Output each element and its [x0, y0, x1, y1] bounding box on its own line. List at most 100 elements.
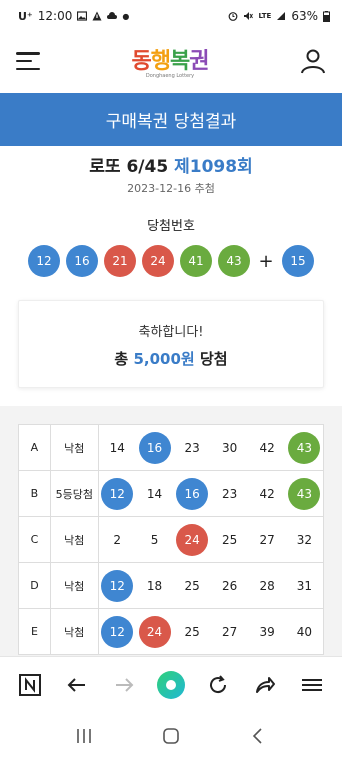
alarm-icon: [229, 12, 238, 21]
naver-n-icon[interactable]: [15, 670, 45, 700]
page-title: 구매복권 당첨결과: [105, 112, 237, 132]
matched-number-ball: 16: [176, 477, 209, 510]
clock: 12:00: [37, 9, 73, 23]
dot-icon: ●: [122, 11, 130, 21]
ticket-number-cell: 12: [98, 562, 136, 609]
home-icon[interactable]: [161, 726, 181, 746]
ticket-number-cell: 2: [98, 516, 136, 563]
ticket-number: 42: [259, 486, 275, 501]
matched-number-ball: 12: [101, 615, 134, 648]
ticket-number-cell: 32: [285, 516, 324, 563]
ticket-number-cell: 42: [248, 470, 286, 517]
share-icon[interactable]: [250, 670, 280, 700]
matched-number-ball: 43: [288, 477, 321, 510]
ticket-row: D 낙첨 12 18 25 26 28 31: [18, 562, 324, 609]
refresh-icon[interactable]: [203, 670, 233, 700]
ticket-table: A 낙첨 14 16 23 30 42 43 B 5등당첨 12 14 16 23 42 43 C 낙첨 2 5 24 2…: [18, 424, 324, 655]
ticket-row-result: 5등당첨: [50, 470, 99, 517]
ticket-row-letter: A: [18, 424, 51, 471]
winning-ball: 41: [180, 245, 212, 277]
draw-date: 2023-12-16 추첨: [127, 182, 215, 195]
matched-number-ball: 12: [101, 477, 134, 510]
matched-number-ball: 24: [138, 615, 171, 648]
ticket-number-cell: 12: [98, 470, 136, 517]
system-back-icon[interactable]: [248, 726, 268, 746]
ticket-number-cell: 25: [173, 562, 211, 609]
ticket-number-cell: 39: [248, 608, 286, 655]
battery-icon: [323, 10, 330, 22]
ticket-row-result: 낙첨: [50, 562, 99, 609]
ticket-number-cell: 16: [136, 425, 174, 471]
ticket-row: B 5등당첨 12 14 16 23 42 43: [18, 470, 324, 517]
winning-ball: 16: [66, 245, 98, 277]
ticket-number: 23: [184, 440, 200, 455]
ticket-number-cell: 24: [173, 516, 211, 563]
cloud-icon: [107, 12, 118, 19]
page-banner: 구매복권 당첨결과: [0, 93, 342, 146]
back-arrow-icon[interactable]: [62, 670, 92, 700]
ticket-number-cell: 43: [285, 470, 324, 517]
system-navigation-bar: [0, 712, 342, 760]
logo-subtitle: Donghaeng Lottery: [145, 73, 195, 79]
ticket-number: 25: [184, 578, 200, 593]
hamburger-menu-icon[interactable]: [16, 52, 40, 70]
ticket-number: 14: [109, 440, 125, 455]
ticket-number-cell: 23: [210, 470, 249, 517]
ticket-row-result: 낙첨: [50, 424, 99, 471]
ticket-number: 39: [259, 624, 275, 639]
prize-suffix: 당첨: [199, 350, 228, 368]
ticket-number-cell: 42: [248, 425, 285, 471]
network-type: LTE: [258, 12, 272, 20]
game-title: 로또 6/45 제1098회: [0, 152, 342, 177]
ticket-number: 27: [259, 532, 275, 547]
ticket-number: 30: [222, 440, 238, 455]
ticket-number-cell: 25: [210, 516, 249, 563]
draw-round: 제1098회: [174, 157, 253, 177]
ticket-number-cell: 28: [248, 562, 286, 609]
ticket-number-cell: 5: [135, 516, 174, 563]
ticket-number-cell: 24: [135, 608, 174, 655]
logo[interactable]: 동행복권 Donghaeng Lottery: [132, 43, 210, 79]
browser-toolbar: [0, 656, 342, 712]
matched-number-ball: 24: [176, 523, 209, 556]
ticket-number: 2: [113, 532, 122, 547]
ticket-number-cell: 12: [98, 608, 136, 655]
ticket-number-cell: 27: [248, 516, 286, 563]
matched-number-ball: 12: [101, 569, 134, 602]
ticket-number-cell: 25: [173, 608, 211, 655]
mute-icon: [244, 12, 254, 20]
winning-ball: 43: [218, 245, 250, 277]
recent-apps-icon[interactable]: [74, 726, 94, 746]
ticket-number-cell: 14: [135, 470, 174, 517]
forward-arrow-icon[interactable]: [109, 670, 139, 700]
ticket-number-cell: 16: [173, 470, 211, 517]
winning-ball: 12: [28, 245, 60, 277]
ticket-row-letter: B: [18, 470, 51, 517]
app-header: 동행복권 Donghaeng Lottery: [0, 32, 342, 90]
ticket-number-cell: 40: [285, 608, 324, 655]
home-circle-icon[interactable]: [156, 670, 186, 700]
ticket-number: 5: [150, 532, 159, 547]
ticket-number: 28: [259, 578, 275, 593]
ticket-number: 25: [184, 624, 200, 639]
user-icon[interactable]: [300, 48, 326, 74]
ticket-row: C 낙첨 2 5 24 25 27 32: [18, 516, 324, 563]
signal-icon: [277, 12, 286, 20]
ticket-row-result: 낙첨: [50, 608, 99, 655]
game-name: 로또 6/45: [89, 157, 169, 177]
warning-icon: [92, 11, 102, 21]
ticket-row-letter: D: [18, 562, 51, 609]
winning-ball: 21: [104, 245, 136, 277]
ticket-number: 40: [296, 624, 313, 639]
ticket-number-cell: 43: [286, 425, 324, 471]
prize-summary: 총 5,000원 당첨: [19, 348, 323, 369]
matched-number-ball: 16: [138, 431, 171, 464]
menu-icon[interactable]: [297, 670, 327, 700]
prize-amount: 5,000원: [133, 350, 195, 368]
ticket-number: 14: [146, 486, 163, 501]
winning-ball: 24: [142, 245, 174, 277]
bonus-ball: 15: [282, 245, 314, 277]
ticket-number-cell: 18: [135, 562, 174, 609]
ticket-number-cell: 31: [285, 562, 324, 609]
ticket-number-cell: 23: [173, 425, 211, 471]
